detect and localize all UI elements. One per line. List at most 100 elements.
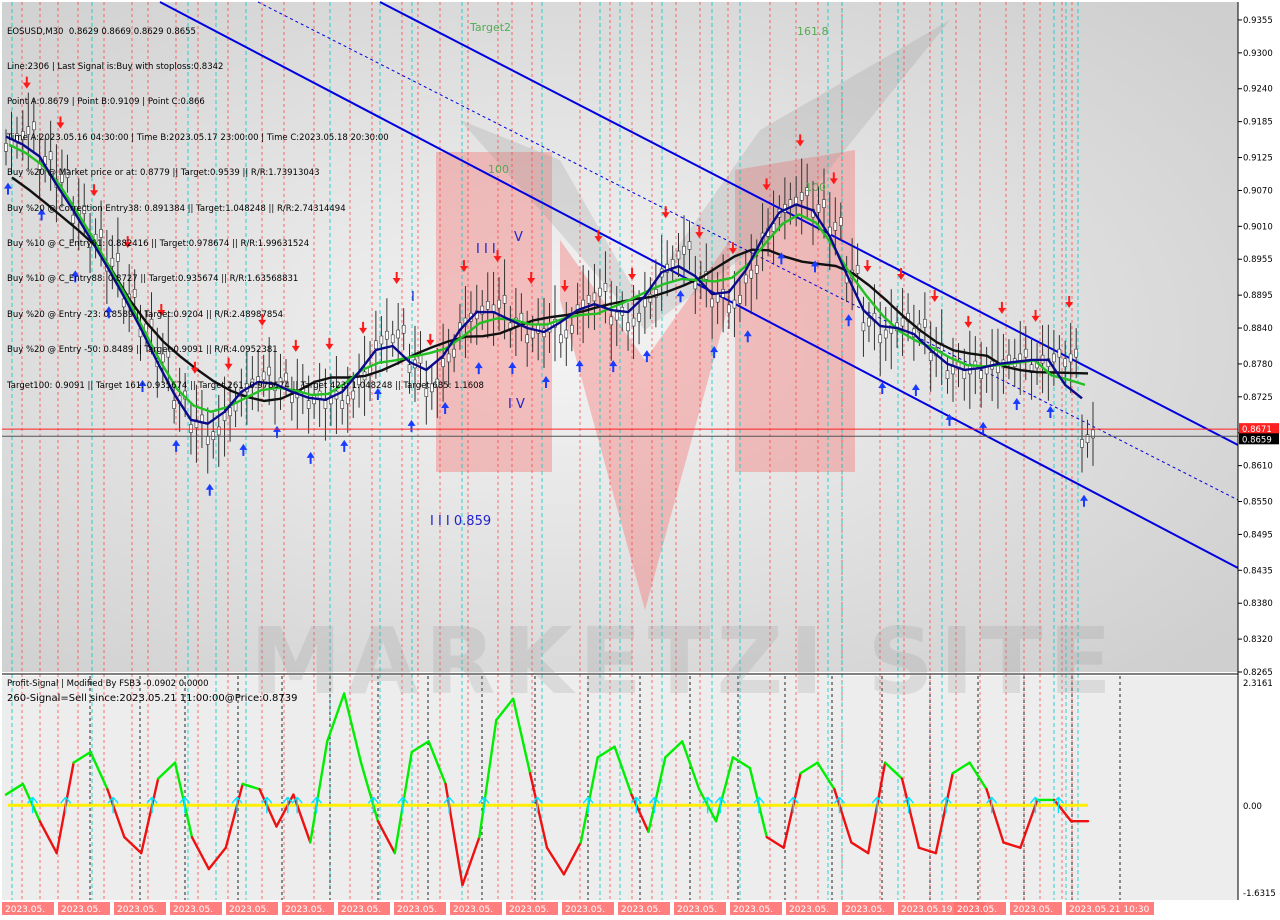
candle-body — [189, 424, 193, 433]
candle-body — [530, 329, 535, 339]
time-label: 2023.05. — [229, 905, 269, 915]
osc-axis-label: -1.6315 — [1243, 889, 1276, 899]
candle-body — [900, 317, 905, 327]
candle-body — [643, 298, 647, 308]
subwindow-title: Profit-Signal | Modified By FSB3 -0.0902… — [7, 679, 209, 689]
info-line: Buy %20 @ Market price or at: 0.8779 || … — [7, 168, 320, 179]
osc-axis-label: 2.3161 — [1243, 679, 1273, 689]
candle-body — [1023, 348, 1028, 358]
y-tick-label: 0.8895 — [1243, 291, 1273, 301]
time-label: 2023.05. — [957, 905, 997, 915]
candle-body — [710, 298, 714, 308]
candle-body — [216, 426, 221, 436]
candle-body — [564, 329, 569, 339]
candle-body — [687, 241, 692, 250]
y-tick-label: 0.8725 — [1243, 393, 1273, 403]
time-label: 2023.05. — [733, 905, 773, 915]
fib-161-label: 161.8 — [797, 25, 829, 38]
candle-body — [693, 280, 698, 290]
candle-body — [1057, 348, 1062, 358]
y-tick-label: 0.8265 — [1243, 668, 1273, 678]
candle-body — [855, 265, 860, 274]
price-tag-black: 0.8659 — [1242, 435, 1272, 445]
candle-body — [1063, 358, 1067, 368]
info-line: Point A:0.8679 | Point B:0.9109 | Point … — [7, 97, 205, 108]
candle-body — [682, 245, 686, 255]
y-tick-label: 0.8955 — [1243, 255, 1273, 265]
candle-body — [945, 370, 950, 379]
candle-body — [614, 311, 619, 321]
candle-body — [799, 192, 804, 201]
candle-body — [979, 370, 983, 379]
time-label: 2023.05. — [509, 905, 549, 915]
time-label: 2023.05. — [453, 905, 493, 915]
price-axis-bg — [1238, 2, 1280, 900]
info-line: Time A:2023.05.16 04:30:00 | Time B:2023… — [7, 132, 389, 143]
candle-body — [861, 322, 866, 332]
candle-body — [592, 292, 597, 302]
info-line: Buy %10 @ C_Entry61: 0.882416 || Target:… — [7, 238, 310, 249]
candle-body — [626, 322, 630, 332]
candle-body — [732, 299, 737, 309]
symbol-line: EOSUSD,M30 0.8629 0.8669 0.8629 0.8655 — [7, 26, 196, 37]
time-label: 2023.05. — [789, 905, 829, 915]
candle-body — [928, 352, 933, 362]
osc-axis-label: 0.00 — [1243, 802, 1262, 812]
y-tick-label: 0.9300 — [1243, 49, 1273, 59]
time-label: 2023.05. — [397, 905, 437, 915]
candle-body — [670, 259, 675, 268]
wave-v-label: V — [514, 230, 523, 245]
time-label: 2023.05. — [173, 905, 213, 915]
time-label: 2023.05. — [565, 905, 605, 915]
candle-body — [205, 436, 210, 445]
y-tick-label: 0.8380 — [1243, 599, 1273, 609]
candle-body — [211, 431, 216, 441]
fib-100-label: 100 — [488, 163, 509, 176]
y-tick-label: 0.9125 — [1243, 154, 1273, 164]
wave-iv-label: I V — [508, 397, 525, 412]
candle-body — [816, 204, 821, 213]
candle-body — [485, 300, 490, 310]
info-line: Buy %20 @ Entry -50: 0.8489 || Target:0.… — [7, 345, 278, 356]
time-label: 2023.05. — [61, 905, 101, 915]
y-tick-label: 0.8610 — [1243, 462, 1273, 472]
watermark: MARKETZI SITE — [250, 608, 1118, 715]
y-tick-label: 0.8320 — [1243, 635, 1273, 645]
candle-body — [502, 295, 507, 304]
time-label: 2023.05. — [1013, 905, 1053, 915]
y-tick-label: 0.8550 — [1243, 498, 1273, 508]
candle-body — [923, 318, 927, 328]
candle-body — [637, 312, 641, 322]
wave-iii-price-label: I I I 0.859 — [430, 514, 491, 529]
subwindow-signal: 260-Signal=Sell since:2023.05.21 11:00:0… — [7, 693, 298, 704]
candle-body — [1074, 348, 1078, 358]
candle-body — [867, 317, 871, 327]
candle-body — [570, 324, 574, 334]
info-line: Buy %20 @ Correction Entry38: 0.891384 |… — [7, 203, 346, 214]
y-tick-label: 0.9240 — [1243, 85, 1273, 95]
candle-body — [631, 317, 636, 327]
info-line: Line:2306 | Last Signal is:Buy with stop… — [7, 61, 224, 72]
candle-body — [525, 334, 529, 344]
candle-body — [1052, 353, 1056, 363]
candle-body — [559, 334, 563, 344]
y-tick-label: 0.9070 — [1243, 186, 1273, 196]
candle-body — [609, 316, 614, 326]
candle-body — [839, 217, 843, 226]
info-line: Target100: 0.9091 || Target 161: 0.93567… — [7, 380, 484, 391]
chart-window: Target2 161.8 100 100 I I I IVI VI I I 0.859 0… — [0, 0, 1280, 920]
candle-body — [962, 370, 967, 379]
candle-body — [598, 287, 602, 297]
candle-body — [833, 222, 838, 231]
time-label: 2023.05. — [341, 905, 381, 915]
candle-body — [754, 265, 759, 274]
time-label: 2023.05. — [677, 905, 717, 915]
candle-body — [727, 304, 731, 314]
y-tick-label: 0.8780 — [1243, 360, 1273, 370]
y-tick-label: 0.9355 — [1243, 16, 1273, 26]
candle-body — [743, 274, 748, 284]
time-label: 2023.05. — [845, 905, 885, 915]
candle-body — [715, 293, 720, 303]
time-label: 2023.05. — [117, 905, 157, 915]
fib-100-label: 100 — [805, 181, 826, 194]
